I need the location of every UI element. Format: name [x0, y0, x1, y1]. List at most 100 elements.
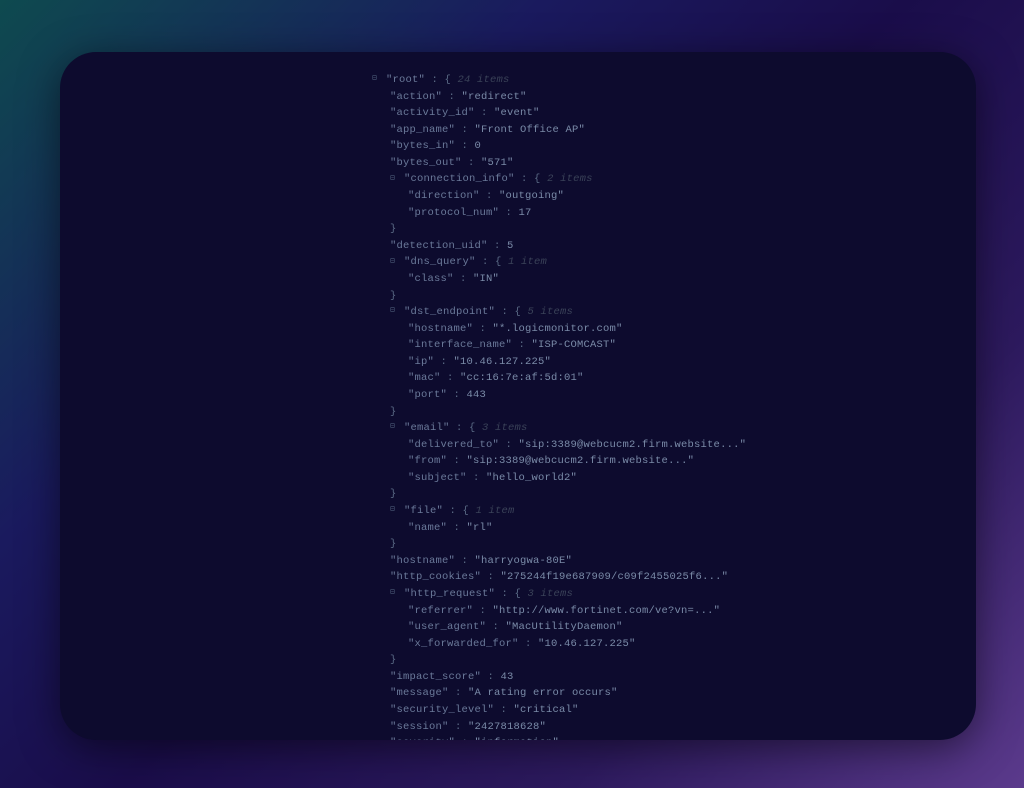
colon-punct: : [488, 240, 508, 252]
open-brace: { [515, 306, 528, 318]
json-key: "file" [404, 505, 443, 517]
item-count: 3 items [482, 422, 528, 434]
json-row: "detection_uid" : 5 [372, 238, 952, 255]
collapse-toggle-icon[interactable]: ⊟ [390, 305, 400, 315]
colon-punct: : [455, 555, 475, 567]
colon-punct: : [519, 638, 539, 650]
colon-punct: : [499, 207, 519, 219]
json-value: "571" [481, 157, 514, 169]
json-row: ⊟"file" : { 1 item [372, 503, 952, 520]
item-count: 3 items [528, 588, 574, 600]
json-row: ⊟"http_request" : { 3 items [372, 586, 952, 603]
close-brace: } [390, 290, 397, 302]
json-key: "protocol_num" [408, 207, 499, 219]
colon-punct: : [449, 687, 469, 699]
json-value: 5 [507, 240, 514, 252]
colon-punct: : [473, 323, 493, 335]
json-row: "referrer" : "http://www.fortinet.com/ve… [372, 603, 952, 620]
json-row: } [372, 404, 952, 421]
json-key: "ip" [408, 356, 434, 368]
close-brace: } [390, 223, 397, 235]
colon-punct: : [486, 621, 506, 633]
open-brace: { [495, 256, 508, 268]
json-row: "port" : 443 [372, 387, 952, 404]
colon-punct: : [481, 671, 501, 683]
json-key: "app_name" [390, 124, 455, 136]
json-key: "dst_endpoint" [404, 306, 495, 318]
json-row: "ip" : "10.46.127.225" [372, 354, 952, 371]
open-brace: { [515, 588, 528, 600]
json-value: "275244f19e687909/c09f2455025f6..." [501, 571, 729, 583]
collapse-toggle-icon[interactable]: ⊟ [390, 587, 400, 597]
item-count: 24 items [458, 74, 510, 86]
json-key: "root" [386, 74, 425, 86]
collapse-toggle-icon[interactable]: ⊟ [390, 256, 400, 266]
json-row: ⊟ "dns_query" : { 1 item [372, 254, 952, 271]
json-value: "rl" [467, 522, 493, 534]
json-key: "hostname" [390, 555, 455, 567]
json-key: "interface_name" [408, 339, 512, 351]
json-value: "10.46.127.225" [454, 356, 552, 368]
json-row: "direction" : "outgoing" [372, 188, 952, 205]
json-row: } [372, 536, 952, 553]
json-key: "direction" [408, 190, 480, 202]
colon-punct: : [467, 472, 487, 484]
json-row: } [372, 288, 952, 305]
collapse-toggle-icon[interactable]: ⊟ [390, 504, 400, 514]
json-row: } [372, 486, 952, 503]
json-key: "http_cookies" [390, 571, 481, 583]
json-row: ⊟ "dst_endpoint" : { 5 items [372, 304, 952, 321]
colon-punct: : [455, 140, 475, 152]
json-key: "security_level" [390, 704, 494, 716]
json-key: "from" [408, 455, 447, 467]
json-row: } [372, 221, 952, 238]
colon-punct: : [455, 124, 475, 136]
item-count: 1 item [476, 505, 515, 517]
collapse-toggle-icon[interactable]: ⊟ [372, 73, 382, 83]
open-brace: { [469, 422, 482, 434]
item-count: 5 items [528, 306, 574, 318]
open-brace: { [445, 74, 458, 86]
json-row: "delivered_to" : "sip:3389@webcucm2.firm… [372, 437, 952, 454]
json-row: "severity" : "information" [372, 735, 952, 740]
colon-punct: : [495, 306, 515, 318]
colon-punct: : [441, 372, 461, 384]
json-key: "session" [390, 721, 449, 733]
json-row: ⊟ "email" : { 3 items [372, 420, 952, 437]
json-value: "redirect" [462, 91, 527, 103]
collapse-toggle-icon[interactable]: ⊟ [390, 421, 400, 431]
json-value: "critical" [514, 704, 579, 716]
json-row: "bytes_out" : "571" [372, 155, 952, 172]
json-value: "sip:3389@webcucm2.firm.website..." [519, 439, 747, 451]
close-brace: } [390, 406, 397, 418]
colon-punct: : [476, 256, 496, 268]
json-value: 443 [467, 389, 487, 401]
json-row: "hostname" : "harryogwa-80E" [372, 553, 952, 570]
json-key: "referrer" [408, 605, 473, 617]
colon-punct: : [425, 74, 445, 86]
collapse-toggle-icon[interactable]: ⊟ [390, 173, 400, 183]
json-row: "http_cookies" : "275244f19e687909/c09f2… [372, 569, 952, 586]
json-key: "delivered_to" [408, 439, 499, 451]
colon-punct: : [450, 422, 470, 434]
colon-punct: : [447, 455, 467, 467]
json-value: "sip:3389@webcucm2.firm.website..." [467, 455, 695, 467]
json-row: "subject" : "hello_world2" [372, 470, 952, 487]
json-key: "impact_score" [390, 671, 481, 683]
item-count: 1 item [508, 256, 547, 268]
json-key: "port" [408, 389, 447, 401]
json-key: "dns_query" [404, 256, 476, 268]
json-value: "information" [475, 737, 560, 740]
json-value: "cc:16:7e:af:5d:01" [460, 372, 584, 384]
json-row: "hostname" : "*.logicmonitor.com" [372, 321, 952, 338]
json-key: "user_agent" [408, 621, 486, 633]
json-key: "email" [404, 422, 450, 434]
json-row: "user_agent" : "MacUtilityDaemon" [372, 619, 952, 636]
json-key: "subject" [408, 472, 467, 484]
json-value: "event" [494, 107, 540, 119]
colon-punct: : [449, 721, 469, 733]
json-value: "http://www.fortinet.com/ve?vn=..." [493, 605, 721, 617]
colon-punct: : [475, 107, 495, 119]
json-row: "class" : "IN" [372, 271, 952, 288]
json-row: "from" : "sip:3389@webcucm2.firm.website… [372, 453, 952, 470]
